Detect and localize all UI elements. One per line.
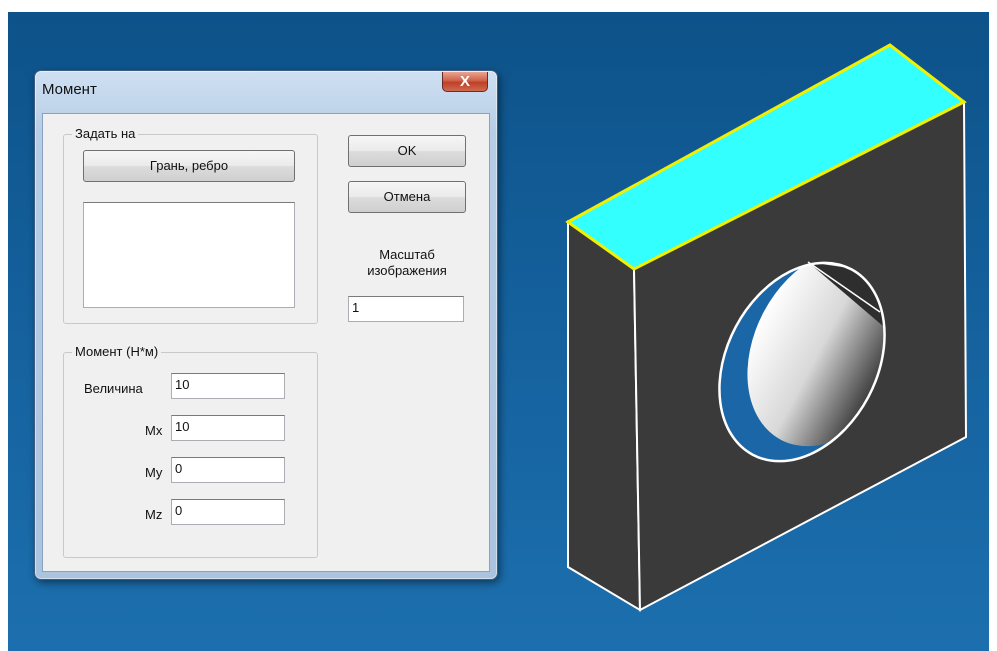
moment-dialog: Момент X Задать на Грань, ребро Момент (…: [34, 70, 498, 580]
left-side-face[interactable]: [567, 220, 642, 612]
close-button[interactable]: X: [442, 72, 488, 92]
my-label: My: [145, 465, 163, 480]
mx-label: Mx: [145, 423, 163, 438]
face-edge-button[interactable]: Грань, ребро: [83, 150, 295, 182]
close-icon: X: [459, 73, 470, 90]
ok-button[interactable]: OK: [348, 135, 466, 167]
mz-field[interactable]: 0: [171, 499, 285, 525]
scale-field[interactable]: 1: [348, 296, 464, 322]
mx-field[interactable]: 10: [171, 415, 285, 441]
target-group-legend: Задать на: [72, 126, 139, 141]
moment-group-legend: Момент (Н*м): [72, 344, 162, 359]
magnitude-label: Величина: [84, 381, 143, 396]
scale-label-line2: изображения: [367, 263, 447, 278]
magnitude-field[interactable]: 10: [171, 373, 285, 399]
my-field[interactable]: 0: [171, 457, 285, 483]
dialog-title: Момент: [42, 81, 97, 98]
scale-label-line1: Масштаб: [379, 247, 435, 262]
dialog-client-area: Задать на Грань, ребро Момент (Н*м) Вели…: [42, 113, 490, 572]
cancel-button[interactable]: Отмена: [348, 181, 466, 213]
mz-label: Mz: [145, 507, 163, 522]
selection-list[interactable]: [83, 202, 295, 308]
